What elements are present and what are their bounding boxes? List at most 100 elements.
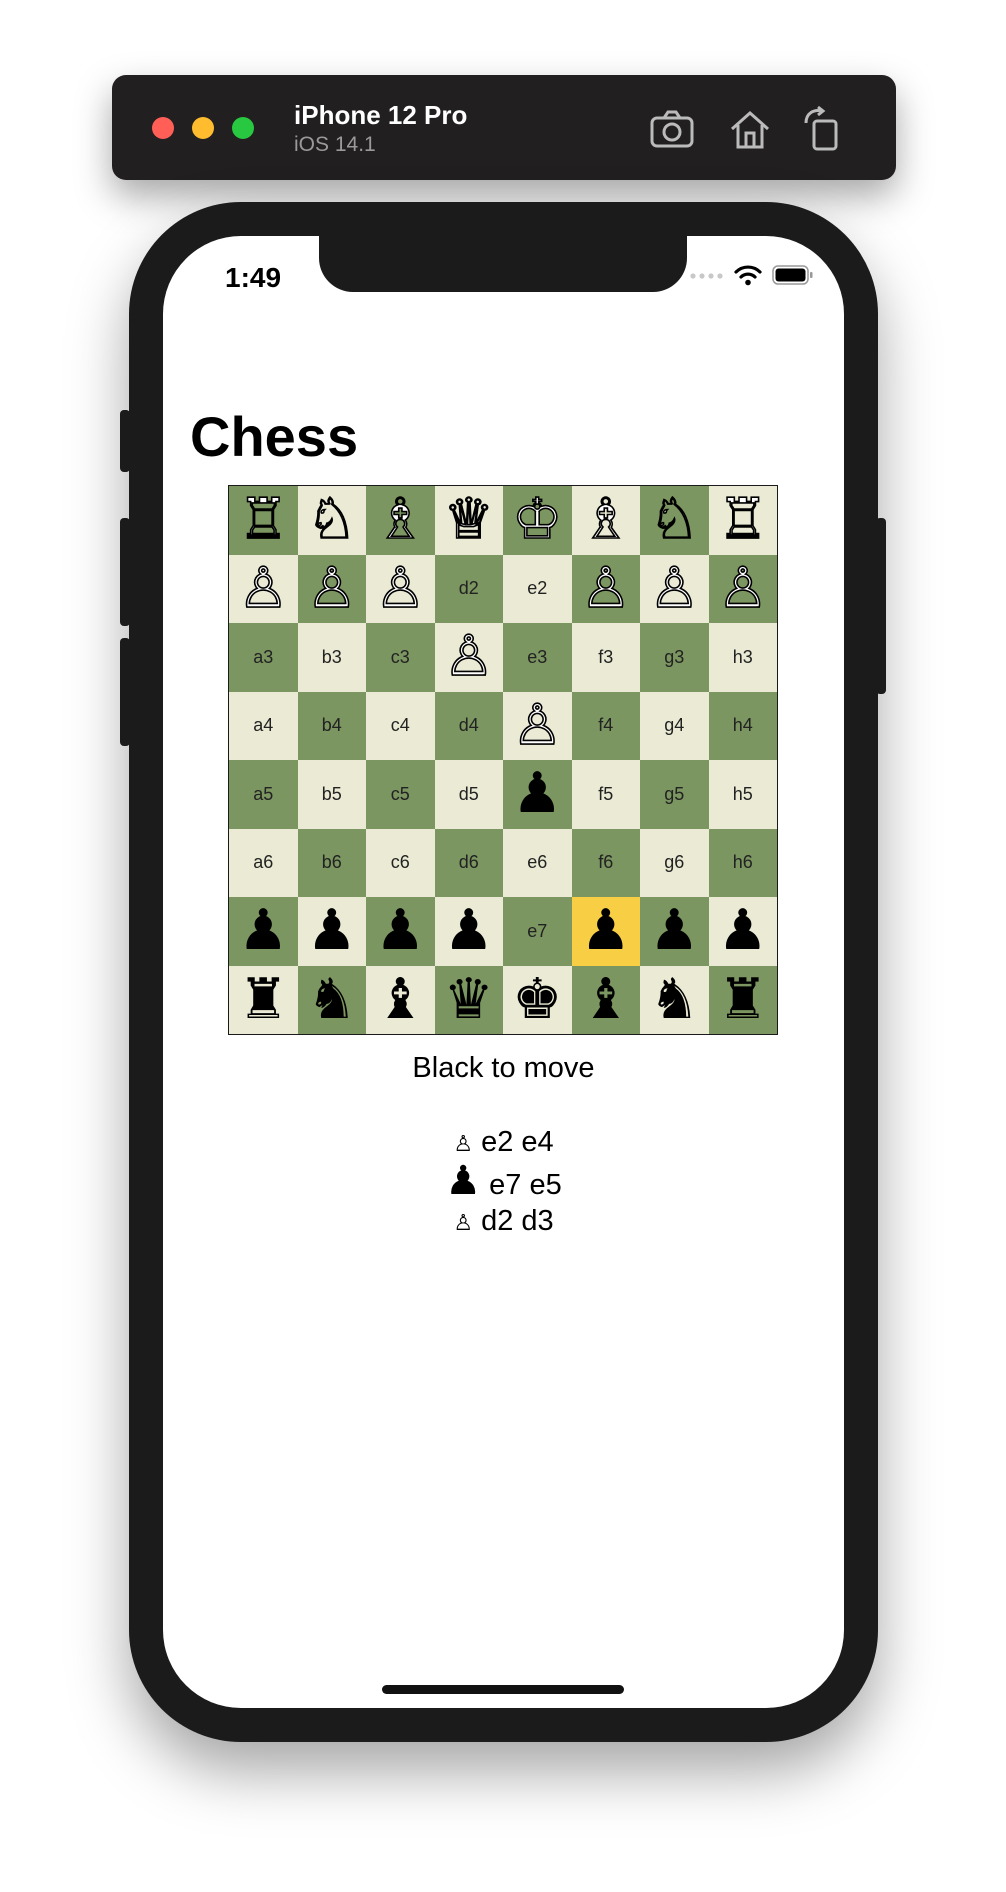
- square-e5[interactable]: ♟: [503, 760, 572, 829]
- square-a2[interactable]: ♙: [229, 554, 298, 623]
- square-c4[interactable]: c4: [366, 691, 435, 760]
- square-c2[interactable]: ♙: [366, 554, 435, 623]
- square-label: c3: [390, 646, 410, 667]
- status-icons: [690, 264, 814, 290]
- chess-piece-icon: ♙: [511, 692, 563, 758]
- square-e2[interactable]: e2: [503, 554, 572, 623]
- square-b8[interactable]: ♞: [297, 965, 366, 1034]
- square-c3[interactable]: c3: [366, 623, 435, 692]
- square-b1[interactable]: ♘: [297, 486, 366, 555]
- square-d7[interactable]: ♟: [434, 897, 503, 966]
- chess-piece-icon: ♟: [238, 898, 289, 964]
- square-e4[interactable]: ♙: [503, 691, 572, 760]
- square-e8[interactable]: ♚: [503, 965, 572, 1034]
- os-version: iOS 14.1: [294, 133, 376, 156]
- square-e6[interactable]: e6: [503, 828, 572, 897]
- square-a6[interactable]: a6: [229, 828, 298, 897]
- square-g5[interactable]: g5: [640, 760, 709, 829]
- minimize-window-button[interactable]: [192, 117, 214, 139]
- square-h2[interactable]: ♙: [708, 554, 777, 623]
- square-label: a5: [253, 783, 274, 804]
- zoom-window-button[interactable]: [232, 117, 254, 139]
- square-f8[interactable]: ♝: [571, 965, 640, 1034]
- square-b6[interactable]: b6: [297, 828, 366, 897]
- square-g3[interactable]: g3: [640, 623, 709, 692]
- square-h6[interactable]: h6: [708, 828, 777, 897]
- square-label: h4: [732, 715, 753, 736]
- square-c1[interactable]: ♗: [366, 486, 435, 555]
- square-e7[interactable]: e7: [503, 897, 572, 966]
- square-h8[interactable]: ♜: [708, 965, 777, 1034]
- square-g1[interactable]: ♘: [640, 486, 709, 555]
- square-c8[interactable]: ♝: [366, 965, 435, 1034]
- square-c6[interactable]: c6: [366, 828, 435, 897]
- move-entry: ♟ e7 e5: [163, 1161, 844, 1203]
- square-d2[interactable]: d2: [434, 554, 503, 623]
- square-a4[interactable]: a4: [229, 691, 298, 760]
- power-button: [876, 518, 886, 694]
- home-icon[interactable]: [726, 105, 774, 153]
- square-f2[interactable]: ♙: [571, 554, 640, 623]
- square-a5[interactable]: a5: [229, 760, 298, 829]
- square-label: f3: [598, 646, 614, 667]
- square-c7[interactable]: ♟: [366, 897, 435, 966]
- pawn-icon: ♟: [445, 1158, 482, 1204]
- square-label: g6: [664, 852, 685, 873]
- square-h1[interactable]: ♖: [708, 486, 777, 555]
- rotate-icon[interactable]: [800, 105, 848, 153]
- square-b4[interactable]: b4: [297, 691, 366, 760]
- square-f5[interactable]: f5: [571, 760, 640, 829]
- square-h7[interactable]: ♟: [708, 897, 777, 966]
- volume-up-button: [120, 518, 130, 626]
- square-d4[interactable]: d4: [434, 691, 503, 760]
- square-b7[interactable]: ♟: [297, 897, 366, 966]
- pawn-icon: ♙: [453, 1211, 474, 1236]
- move-entry: ♙ d2 d3: [163, 1203, 844, 1242]
- home-indicator[interactable]: [382, 1685, 624, 1694]
- square-e1[interactable]: ♔: [503, 486, 572, 555]
- notch: [319, 236, 687, 292]
- square-h5[interactable]: h5: [708, 760, 777, 829]
- square-a7[interactable]: ♟: [229, 897, 298, 966]
- turn-status: Black to move: [412, 1052, 595, 1084]
- square-a3[interactable]: a3: [229, 623, 298, 692]
- square-g2[interactable]: ♙: [640, 554, 709, 623]
- square-b5[interactable]: b5: [297, 760, 366, 829]
- square-label: c5: [390, 783, 410, 804]
- square-label: f6: [598, 852, 614, 873]
- square-e3[interactable]: e3: [503, 623, 572, 692]
- square-d6[interactable]: d6: [434, 828, 503, 897]
- chess-piece-icon: ♗: [374, 487, 426, 553]
- square-d5[interactable]: d5: [434, 760, 503, 829]
- square-label: f4: [598, 715, 614, 736]
- square-f3[interactable]: f3: [571, 623, 640, 692]
- square-f1[interactable]: ♗: [571, 486, 640, 555]
- square-f4[interactable]: f4: [571, 691, 640, 760]
- square-b3[interactable]: b3: [297, 623, 366, 692]
- chess-piece-icon: ♟: [375, 898, 426, 964]
- square-d1[interactable]: ♕: [434, 486, 503, 555]
- square-c5[interactable]: c5: [366, 760, 435, 829]
- square-g4[interactable]: g4: [640, 691, 709, 760]
- square-g6[interactable]: g6: [640, 828, 709, 897]
- square-a1[interactable]: ♖: [229, 486, 298, 555]
- square-label: b3: [321, 646, 342, 667]
- square-f6[interactable]: f6: [571, 828, 640, 897]
- square-g7[interactable]: ♟: [640, 897, 709, 966]
- screenshot-icon[interactable]: [648, 105, 696, 153]
- square-b2[interactable]: ♙: [297, 554, 366, 623]
- square-label: g4: [664, 715, 685, 736]
- square-g8[interactable]: ♞: [640, 965, 709, 1034]
- chess-piece-icon: ♝: [580, 966, 631, 1032]
- square-f7[interactable]: ♟: [571, 897, 640, 966]
- square-label: e2: [527, 578, 548, 599]
- status-time: 1:49: [225, 262, 282, 293]
- square-h3[interactable]: h3: [708, 623, 777, 692]
- close-window-button[interactable]: [152, 117, 174, 139]
- square-d3[interactable]: ♙: [434, 623, 503, 692]
- move-history: ♙ e2 e4 ♟ e7 e5 ♙ d2 d3: [163, 1124, 844, 1242]
- square-d8[interactable]: ♛: [434, 965, 503, 1034]
- square-h4[interactable]: h4: [708, 691, 777, 760]
- square-label: a6: [253, 852, 274, 873]
- square-a8[interactable]: ♜: [229, 965, 298, 1034]
